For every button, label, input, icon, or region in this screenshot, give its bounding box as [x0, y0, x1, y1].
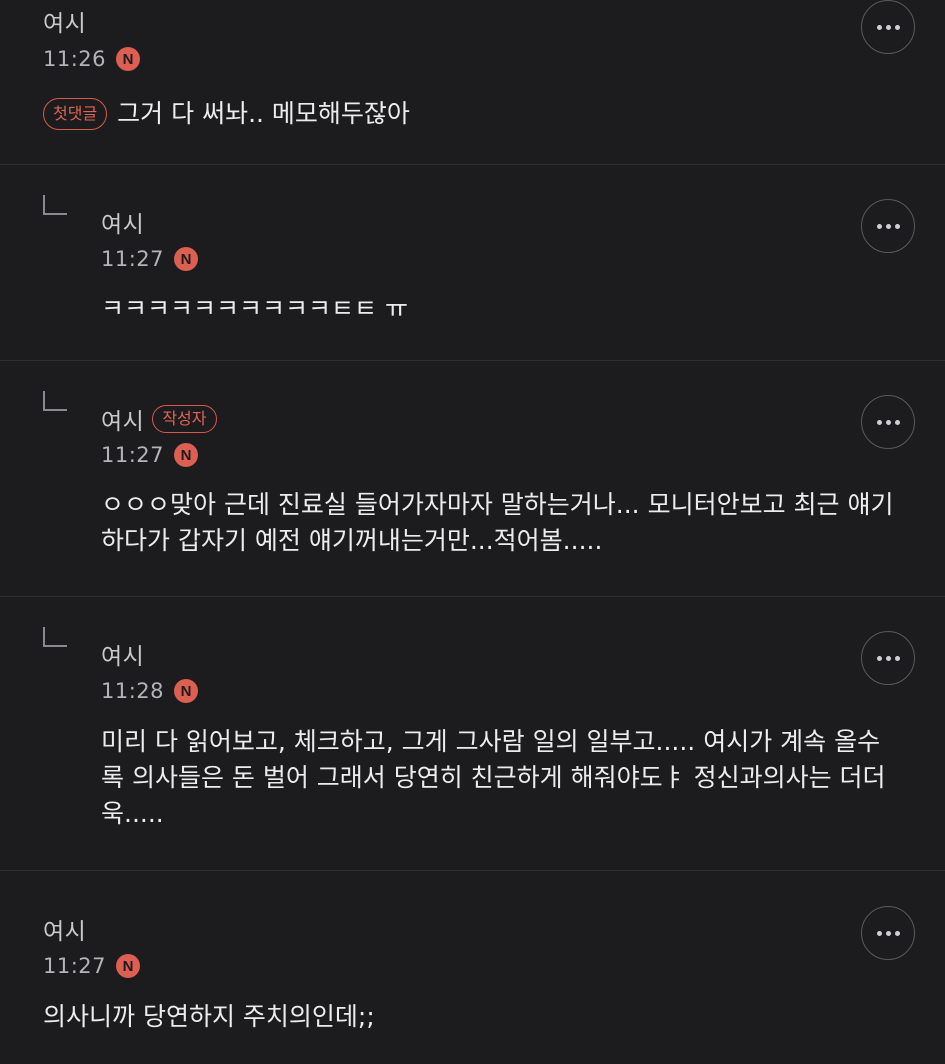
comment-body: 미리 다 읽어보고, 체크하고, 그게 그사람 일의 일부고..... 여시가 …: [101, 724, 901, 832]
comment-header: 여시: [43, 912, 86, 946]
timestamp: 11:26: [43, 47, 107, 71]
comment-body: 첫댓글 그거 다 써놔.. 메모해두잖아: [43, 96, 917, 132]
new-badge: N: [174, 679, 199, 703]
comment-meta: 11:26 N: [43, 45, 141, 73]
more-horizontal-icon: [876, 655, 882, 661]
new-badge: N: [116, 47, 141, 71]
nickname[interactable]: 여시: [101, 637, 144, 671]
author-badge: 작성자: [152, 405, 217, 433]
reply-arrow-icon: [43, 195, 67, 215]
more-horizontal-icon-dot: [894, 419, 900, 425]
timestamp: 11:27: [101, 443, 165, 467]
nickname[interactable]: 여시: [43, 912, 86, 946]
more-horizontal-icon: [876, 930, 882, 936]
more-horizontal-icon-dot: [885, 223, 891, 229]
more-horizontal-icon: [876, 419, 882, 425]
comment-meta: 11:28 N: [101, 677, 199, 705]
timestamp: 11:27: [43, 954, 107, 978]
more-horizontal-icon-dot: [885, 655, 891, 661]
more-options-button[interactable]: [861, 631, 915, 685]
more-options-button[interactable]: [861, 395, 915, 449]
more-horizontal-icon: [876, 24, 882, 30]
more-horizontal-icon-dot: [894, 930, 900, 936]
new-badge: N: [116, 954, 141, 978]
timestamp: 11:28: [101, 679, 165, 703]
nickname[interactable]: 여시: [101, 205, 144, 239]
timestamp: 11:27: [101, 247, 165, 271]
comment-header: 여시: [101, 637, 144, 671]
comment-text: 의사니까 당연하지 주치의인데;;: [43, 1002, 375, 1031]
more-options-button[interactable]: [861, 0, 915, 54]
comment-body: 의사니까 당연하지 주치의인데;;: [43, 999, 843, 1035]
nickname[interactable]: 여시: [43, 4, 86, 38]
comment-meta: 11:27 N: [43, 952, 141, 980]
comment-body: ㅇㅇㅇ맞아 근데 진료실 들어가자마자 말하는거나... 모니터안보고 최근 얘…: [101, 487, 901, 559]
reply-arrow-icon: [43, 391, 67, 411]
comment-text: ㅇㅇㅇ맞아 근데 진료실 들어가자마자 말하는거나... 모니터안보고 최근 얘…: [101, 490, 894, 555]
more-options-button[interactable]: [861, 199, 915, 253]
comment-text: ㅋㅋㅋㅋㅋㅋㅋㅋㅋㅋㅌㅌ ㅠ: [101, 294, 408, 323]
comment-text: 그거 다 써놔.. 메모해두잖아: [117, 99, 410, 128]
new-badge: N: [174, 247, 199, 271]
more-options-button[interactable]: [861, 906, 915, 960]
nickname[interactable]: 여시: [101, 402, 144, 436]
more-horizontal-icon-dot: [894, 223, 900, 229]
comment-item: 여시 11:27 N 의사니까 당연하지 주치의인데;;: [0, 871, 945, 1064]
more-horizontal-icon-dot: [885, 930, 891, 936]
comment-meta: 11:27 N: [101, 245, 199, 273]
more-horizontal-icon-dot: [885, 24, 891, 30]
comment-meta: 11:27 N: [101, 441, 199, 469]
comment-header: 여시 작성자: [101, 402, 217, 436]
comment-item: 여시 11:26 N 첫댓글 그거 다 써놔.. 메모해두잖아: [0, 0, 945, 165]
comment-header: 여시: [101, 205, 144, 239]
comment-body: ㅋㅋㅋㅋㅋㅋㅋㅋㅋㅋㅌㅌ ㅠ: [101, 291, 901, 327]
reply-arrow-icon: [43, 627, 67, 647]
more-horizontal-icon: [876, 223, 882, 229]
reply-item: 여시 11:28 N 미리 다 읽어보고, 체크하고, 그게 그사람 일의 일부…: [0, 597, 945, 871]
more-horizontal-icon-dot: [894, 655, 900, 661]
reply-item: 여시 작성자 11:27 N ㅇㅇㅇ맞아 근데 진료실 들어가자마자 말하는거나…: [0, 361, 945, 597]
comment-text: 미리 다 읽어보고, 체크하고, 그게 그사람 일의 일부고..... 여시가 …: [101, 727, 886, 828]
more-horizontal-icon-dot: [894, 24, 900, 30]
more-horizontal-icon-dot: [885, 419, 891, 425]
first-comment-badge: 첫댓글: [43, 98, 108, 130]
comment-header: 여시: [43, 4, 86, 38]
reply-item: 여시 11:27 N ㅋㅋㅋㅋㅋㅋㅋㅋㅋㅋㅌㅌ ㅠ: [0, 165, 945, 361]
new-badge: N: [174, 443, 199, 467]
